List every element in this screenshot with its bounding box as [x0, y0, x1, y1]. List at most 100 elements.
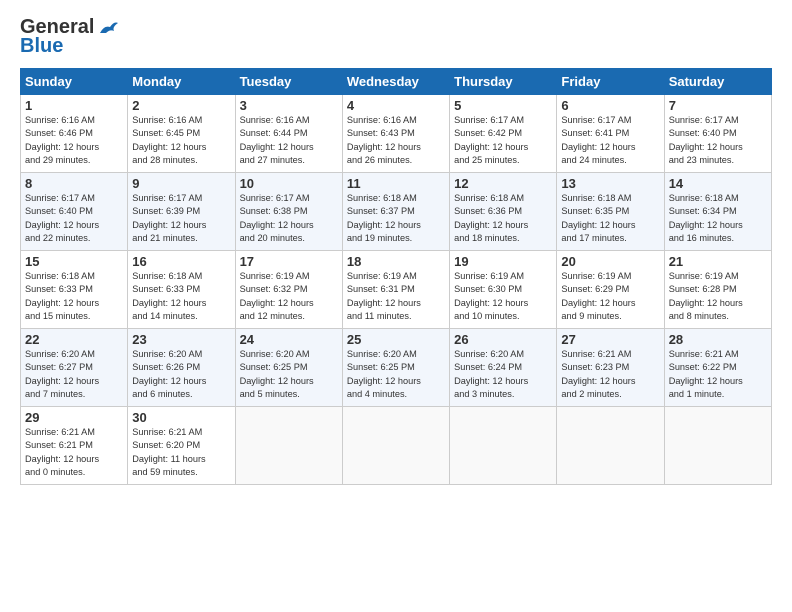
calendar-cell: 19Sunrise: 6:19 AMSunset: 6:30 PMDayligh…: [450, 251, 557, 329]
calendar-cell: 21Sunrise: 6:19 AMSunset: 6:28 PMDayligh…: [664, 251, 771, 329]
calendar-cell: 7Sunrise: 6:17 AMSunset: 6:40 PMDaylight…: [664, 95, 771, 173]
day-info: Sunrise: 6:20 AMSunset: 6:27 PMDaylight:…: [25, 348, 123, 401]
calendar-cell: 29Sunrise: 6:21 AMSunset: 6:21 PMDayligh…: [21, 407, 128, 485]
calendar-cell: 8Sunrise: 6:17 AMSunset: 6:40 PMDaylight…: [21, 173, 128, 251]
calendar-cell: 2Sunrise: 6:16 AMSunset: 6:45 PMDaylight…: [128, 95, 235, 173]
day-number: 17: [240, 254, 338, 269]
calendar-cell: 28Sunrise: 6:21 AMSunset: 6:22 PMDayligh…: [664, 329, 771, 407]
calendar-cell: 14Sunrise: 6:18 AMSunset: 6:34 PMDayligh…: [664, 173, 771, 251]
calendar-cell: 4Sunrise: 6:16 AMSunset: 6:43 PMDaylight…: [342, 95, 449, 173]
calendar-cell: 12Sunrise: 6:18 AMSunset: 6:36 PMDayligh…: [450, 173, 557, 251]
day-header-thursday: Thursday: [450, 69, 557, 95]
logo-bird-icon: [96, 19, 118, 37]
day-number: 13: [561, 176, 659, 191]
day-number: 14: [669, 176, 767, 191]
calendar-cell: 24Sunrise: 6:20 AMSunset: 6:25 PMDayligh…: [235, 329, 342, 407]
day-info: Sunrise: 6:17 AMSunset: 6:42 PMDaylight:…: [454, 114, 552, 167]
day-number: 7: [669, 98, 767, 113]
day-number: 23: [132, 332, 230, 347]
day-header-sunday: Sunday: [21, 69, 128, 95]
calendar-cell: [235, 407, 342, 485]
day-number: 10: [240, 176, 338, 191]
day-number: 30: [132, 410, 230, 425]
day-number: 20: [561, 254, 659, 269]
day-header-saturday: Saturday: [664, 69, 771, 95]
day-info: Sunrise: 6:21 AMSunset: 6:21 PMDaylight:…: [25, 426, 123, 479]
day-number: 6: [561, 98, 659, 113]
day-info: Sunrise: 6:19 AMSunset: 6:28 PMDaylight:…: [669, 270, 767, 323]
day-number: 4: [347, 98, 445, 113]
calendar-cell: 9Sunrise: 6:17 AMSunset: 6:39 PMDaylight…: [128, 173, 235, 251]
calendar-cell: 15Sunrise: 6:18 AMSunset: 6:33 PMDayligh…: [21, 251, 128, 329]
calendar-cell: [450, 407, 557, 485]
day-info: Sunrise: 6:16 AMSunset: 6:44 PMDaylight:…: [240, 114, 338, 167]
day-info: Sunrise: 6:18 AMSunset: 6:33 PMDaylight:…: [25, 270, 123, 323]
day-header-monday: Monday: [128, 69, 235, 95]
logo: General Blue: [20, 16, 118, 58]
day-header-friday: Friday: [557, 69, 664, 95]
day-number: 25: [347, 332, 445, 347]
day-info: Sunrise: 6:20 AMSunset: 6:25 PMDaylight:…: [347, 348, 445, 401]
day-info: Sunrise: 6:20 AMSunset: 6:26 PMDaylight:…: [132, 348, 230, 401]
day-number: 3: [240, 98, 338, 113]
day-info: Sunrise: 6:16 AMSunset: 6:45 PMDaylight:…: [132, 114, 230, 167]
day-info: Sunrise: 6:16 AMSunset: 6:43 PMDaylight:…: [347, 114, 445, 167]
calendar-cell: 20Sunrise: 6:19 AMSunset: 6:29 PMDayligh…: [557, 251, 664, 329]
calendar-cell: 3Sunrise: 6:16 AMSunset: 6:44 PMDaylight…: [235, 95, 342, 173]
day-number: 29: [25, 410, 123, 425]
day-info: Sunrise: 6:21 AMSunset: 6:23 PMDaylight:…: [561, 348, 659, 401]
day-info: Sunrise: 6:20 AMSunset: 6:24 PMDaylight:…: [454, 348, 552, 401]
calendar-cell: 22Sunrise: 6:20 AMSunset: 6:27 PMDayligh…: [21, 329, 128, 407]
calendar-cell: [342, 407, 449, 485]
day-number: 2: [132, 98, 230, 113]
day-info: Sunrise: 6:19 AMSunset: 6:30 PMDaylight:…: [454, 270, 552, 323]
calendar-cell: 13Sunrise: 6:18 AMSunset: 6:35 PMDayligh…: [557, 173, 664, 251]
day-number: 16: [132, 254, 230, 269]
day-info: Sunrise: 6:17 AMSunset: 6:41 PMDaylight:…: [561, 114, 659, 167]
day-info: Sunrise: 6:18 AMSunset: 6:35 PMDaylight:…: [561, 192, 659, 245]
calendar-cell: 16Sunrise: 6:18 AMSunset: 6:33 PMDayligh…: [128, 251, 235, 329]
day-info: Sunrise: 6:19 AMSunset: 6:29 PMDaylight:…: [561, 270, 659, 323]
day-number: 9: [132, 176, 230, 191]
day-number: 8: [25, 176, 123, 191]
day-info: Sunrise: 6:18 AMSunset: 6:34 PMDaylight:…: [669, 192, 767, 245]
calendar-cell: 27Sunrise: 6:21 AMSunset: 6:23 PMDayligh…: [557, 329, 664, 407]
calendar-cell: 23Sunrise: 6:20 AMSunset: 6:26 PMDayligh…: [128, 329, 235, 407]
day-info: Sunrise: 6:17 AMSunset: 6:38 PMDaylight:…: [240, 192, 338, 245]
day-info: Sunrise: 6:17 AMSunset: 6:40 PMDaylight:…: [669, 114, 767, 167]
day-number: 18: [347, 254, 445, 269]
day-number: 11: [347, 176, 445, 191]
day-number: 22: [25, 332, 123, 347]
day-number: 15: [25, 254, 123, 269]
day-number: 1: [25, 98, 123, 113]
calendar-cell: 10Sunrise: 6:17 AMSunset: 6:38 PMDayligh…: [235, 173, 342, 251]
day-header-wednesday: Wednesday: [342, 69, 449, 95]
day-info: Sunrise: 6:18 AMSunset: 6:33 PMDaylight:…: [132, 270, 230, 323]
calendar-cell: 11Sunrise: 6:18 AMSunset: 6:37 PMDayligh…: [342, 173, 449, 251]
calendar-cell: 26Sunrise: 6:20 AMSunset: 6:24 PMDayligh…: [450, 329, 557, 407]
calendar-cell: 25Sunrise: 6:20 AMSunset: 6:25 PMDayligh…: [342, 329, 449, 407]
calendar-cell: 6Sunrise: 6:17 AMSunset: 6:41 PMDaylight…: [557, 95, 664, 173]
day-info: Sunrise: 6:19 AMSunset: 6:31 PMDaylight:…: [347, 270, 445, 323]
day-info: Sunrise: 6:20 AMSunset: 6:25 PMDaylight:…: [240, 348, 338, 401]
day-info: Sunrise: 6:18 AMSunset: 6:36 PMDaylight:…: [454, 192, 552, 245]
day-info: Sunrise: 6:19 AMSunset: 6:32 PMDaylight:…: [240, 270, 338, 323]
day-number: 28: [669, 332, 767, 347]
day-number: 27: [561, 332, 659, 347]
day-number: 12: [454, 176, 552, 191]
day-number: 5: [454, 98, 552, 113]
day-info: Sunrise: 6:17 AMSunset: 6:39 PMDaylight:…: [132, 192, 230, 245]
day-header-tuesday: Tuesday: [235, 69, 342, 95]
day-info: Sunrise: 6:21 AMSunset: 6:20 PMDaylight:…: [132, 426, 230, 479]
calendar-cell: 17Sunrise: 6:19 AMSunset: 6:32 PMDayligh…: [235, 251, 342, 329]
day-number: 26: [454, 332, 552, 347]
day-info: Sunrise: 6:17 AMSunset: 6:40 PMDaylight:…: [25, 192, 123, 245]
day-number: 21: [669, 254, 767, 269]
calendar-cell: 5Sunrise: 6:17 AMSunset: 6:42 PMDaylight…: [450, 95, 557, 173]
day-info: Sunrise: 6:18 AMSunset: 6:37 PMDaylight:…: [347, 192, 445, 245]
calendar-cell: 30Sunrise: 6:21 AMSunset: 6:20 PMDayligh…: [128, 407, 235, 485]
calendar-cell: 18Sunrise: 6:19 AMSunset: 6:31 PMDayligh…: [342, 251, 449, 329]
day-number: 19: [454, 254, 552, 269]
calendar-cell: 1Sunrise: 6:16 AMSunset: 6:46 PMDaylight…: [21, 95, 128, 173]
calendar-cell: [664, 407, 771, 485]
